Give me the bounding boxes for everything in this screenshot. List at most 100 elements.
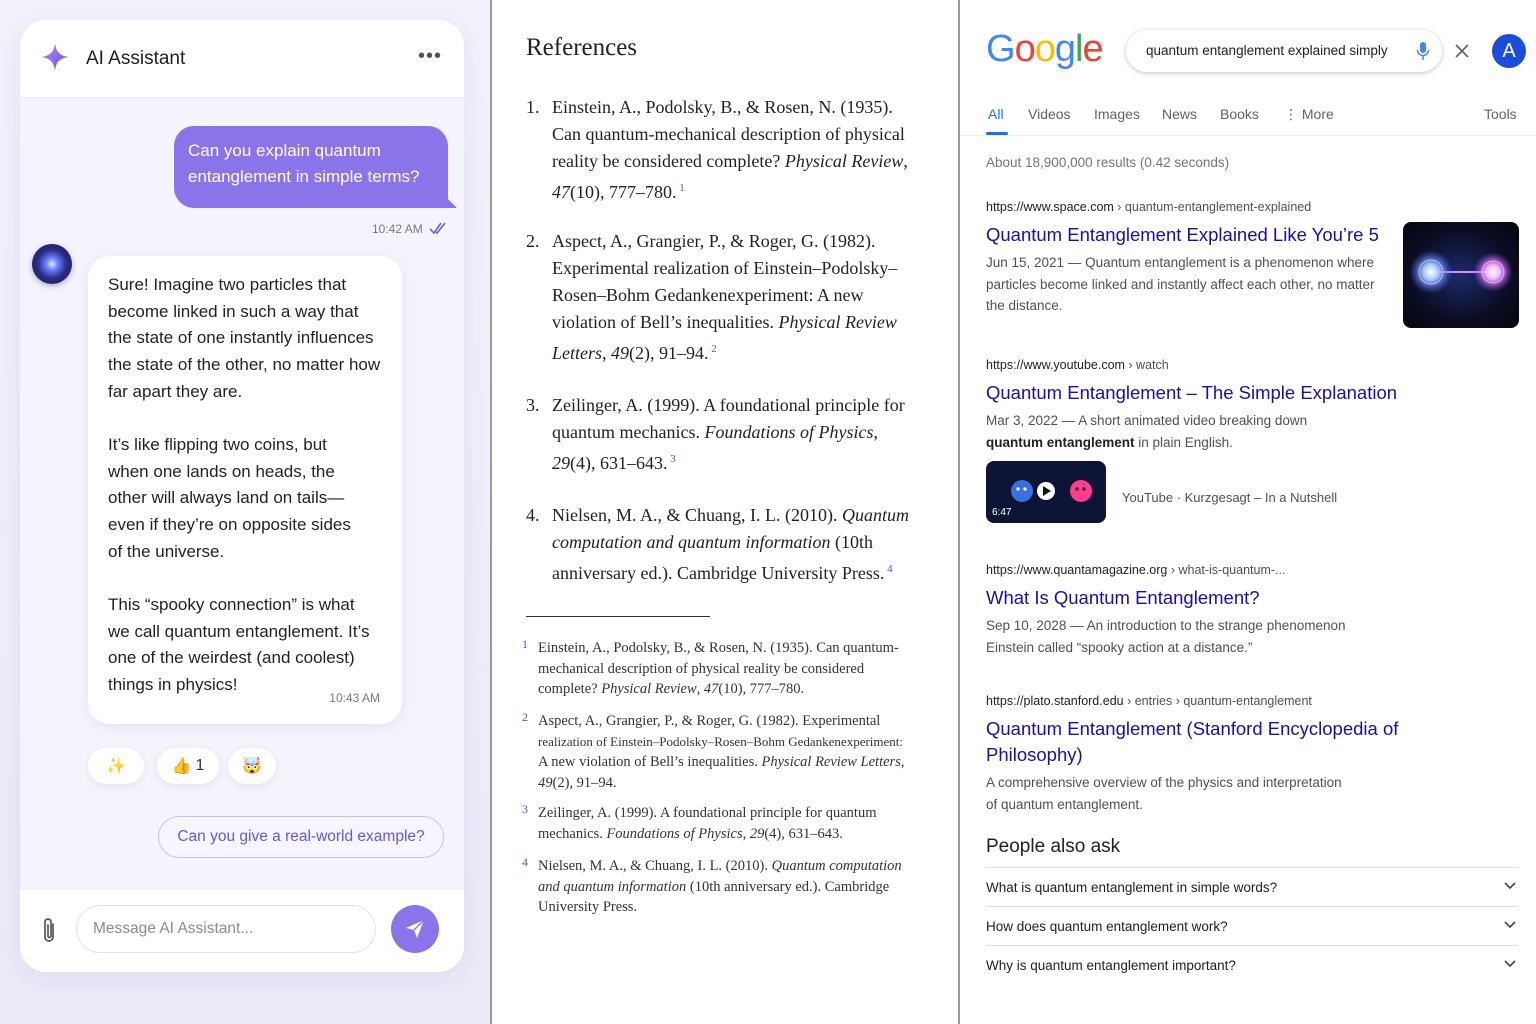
result-path: › quantum-entanglement-explained	[1113, 200, 1312, 214]
video-thumbnail[interactable]: 6:47	[986, 461, 1106, 523]
result-stats: About 18,900,000 results (0.42 seconds)	[986, 155, 1230, 170]
footnote: 2 Aspect, A., Grangier, P., & Roger, G. …	[522, 710, 928, 793]
footnote-marker[interactable]: 2	[709, 343, 717, 355]
footnote-text: Einstein, A., Podolsky, B., & Rosen, N. …	[538, 640, 899, 697]
tab-more[interactable]: ⋮ More	[1284, 106, 1334, 123]
footnote: 4 Nielsen, M. A., & Chuang, I. L. (2010)…	[522, 855, 928, 918]
read-receipt-icon	[429, 222, 446, 235]
google-search-page: Google quantum entanglement explained si…	[960, 0, 1536, 1024]
result-title-link[interactable]: What Is Quantum Entanglement?	[986, 585, 1518, 611]
video-source: YouTube · Kurzgesagt – In a Nutshell	[1122, 490, 1338, 505]
chat-window: AI Assistant ••• Can you explain quantum…	[20, 20, 464, 972]
send-icon	[406, 919, 425, 938]
logo-letter: G	[986, 28, 1016, 70]
result-snippet: A comprehensive overview of the physics …	[986, 775, 1342, 812]
reference-number: 4.	[526, 505, 540, 525]
result-snippet: Jun 15, 2021 — Quantum entanglement is a…	[986, 255, 1375, 313]
tab-books[interactable]: Books	[1220, 106, 1259, 122]
user-message-time: 10:42 AM	[372, 222, 423, 236]
footnote-number: 2	[522, 710, 528, 724]
result-url[interactable]: https://www.quantamagazine.org › what-is…	[986, 563, 1518, 577]
reaction-thumbs-up[interactable]: 👍 1	[157, 748, 219, 784]
paperclip-icon[interactable]	[38, 916, 60, 946]
chevron-down-icon	[1504, 882, 1516, 890]
people-also-ask-question[interactable]: What is quantum entanglement in simple w…	[986, 867, 1518, 906]
result-path: › entries › quantum-entanglement	[1123, 694, 1312, 708]
reaction-mind-blown[interactable]: 🤯	[228, 748, 276, 784]
footnote-text: Zeilinger, A. (1999). A foundational pri…	[538, 805, 877, 842]
reference-entry: 3. Zeilinger, A. (1999). A foundational …	[526, 392, 926, 477]
result-thumbnail[interactable]	[1403, 222, 1519, 328]
tab-videos[interactable]: Videos	[1028, 106, 1071, 122]
more-options-icon[interactable]: •••	[418, 46, 442, 66]
reference-entry: 1. Einstein, A., Podolsky, B., & Rosen, …	[526, 94, 926, 206]
send-button[interactable]	[391, 905, 439, 953]
people-also-ask-heading: People also ask	[986, 836, 1121, 857]
thumbs-up-emoji: 👍	[171, 758, 192, 775]
references-document: References 1. Einstein, A., Podolsky, B.…	[492, 0, 958, 1024]
result-snippet: Mar 3, 2022 — A short animated video bre…	[986, 413, 1308, 450]
reference-number: 3.	[526, 395, 540, 415]
result-path: › watch	[1124, 358, 1169, 372]
result-domain: https://www.quantamagazine.org	[986, 563, 1168, 577]
question-text: Why is quantum entanglement important?	[986, 958, 1236, 973]
result-title-link[interactable]: Quantum Entanglement Explained Like You’…	[986, 222, 1396, 248]
result-title-link[interactable]: Quantum Entanglement – The Simple Explan…	[986, 380, 1518, 406]
chat-title: AI Assistant	[86, 48, 186, 69]
reaction-sparkles[interactable]: ✨	[88, 748, 144, 784]
suggested-reply-chip[interactable]: Can you give a real-world example?	[158, 816, 444, 858]
search-query[interactable]: quantum entanglement explained simply	[1146, 43, 1388, 58]
active-tab-indicator	[986, 132, 1008, 135]
tab-news[interactable]: News	[1162, 106, 1197, 122]
result-url[interactable]: https://www.space.com › quantum-entangle…	[986, 200, 1396, 214]
search-box[interactable]: quantum entanglement explained simply	[1126, 30, 1469, 72]
result-url[interactable]: https://www.youtube.com › watch	[986, 358, 1518, 372]
footnote-number: 1	[522, 637, 528, 651]
account-avatar[interactable]: A	[1492, 34, 1526, 68]
result-snippet: Sep 10, 2028 — An introduction to the st…	[986, 618, 1346, 655]
tab-tools[interactable]: Tools	[1484, 106, 1517, 122]
sparkles-emoji: ✨	[106, 758, 126, 775]
people-also-ask-question[interactable]: How does quantum entanglement work?	[986, 906, 1518, 945]
logo-letter: o	[1034, 28, 1056, 70]
result-domain: https://www.space.com	[986, 200, 1114, 214]
footnote-number: 3	[522, 802, 528, 816]
user-message-bubble: Can you explain quantum entanglement in …	[174, 126, 457, 208]
assistant-paragraph: Sure! Imagine two particles that become …	[108, 275, 381, 401]
video-duration: 6:47	[992, 507, 1012, 518]
chevron-down-icon	[1504, 960, 1516, 968]
result-domain: https://www.youtube.com	[986, 358, 1125, 372]
footnote-text: Nielsen, M. A., & Chuang, I. L. (2010). …	[538, 858, 902, 915]
reference-number: 2.	[526, 231, 540, 251]
google-logo[interactable]: Google	[986, 28, 1104, 71]
result-domain: https://plato.stanford.edu	[986, 694, 1124, 708]
assistant-message-time: 10:43 AM	[329, 691, 380, 706]
people-also-ask-question[interactable]: Why is quantum entanglement important?	[986, 945, 1518, 984]
tab-images[interactable]: Images	[1094, 106, 1140, 122]
logo-letter: o	[1014, 28, 1036, 70]
question-text: How does quantum entanglement work?	[986, 919, 1228, 934]
message-input[interactable]	[76, 905, 376, 953]
reference-number: 1.	[526, 97, 540, 117]
mind-blown-emoji: 🤯	[242, 758, 262, 775]
chevron-down-icon	[1504, 921, 1516, 929]
footnote: 1 Einstein, A., Podolsky, B., & Rosen, N…	[522, 637, 928, 700]
search-result: https://www.space.com › quantum-entangle…	[986, 200, 1396, 317]
sparkle-icon	[41, 43, 69, 71]
close-icon[interactable]	[1454, 43, 1470, 59]
footnote-marker[interactable]: 1	[677, 182, 685, 194]
logo-letter: e	[1082, 28, 1103, 70]
tab-all[interactable]: All	[988, 106, 1004, 122]
microphone-icon[interactable]	[1416, 41, 1430, 61]
logo-letter: g	[1054, 28, 1076, 70]
footnote-marker[interactable]: 3	[668, 453, 676, 465]
footnote-text: Aspect, A., Grangier, P., & Roger, G. (1…	[538, 713, 905, 791]
footnote-marker[interactable]: 4	[884, 563, 893, 575]
entangled-particles-image	[1409, 250, 1513, 294]
result-title-link[interactable]: Quantum Entanglement (Stanford Encyclope…	[986, 716, 1518, 768]
reaction-count: 1	[195, 757, 205, 774]
assistant-paragraph: It’s like flipping two coins, but when o…	[108, 435, 351, 561]
chat-header: AI Assistant •••	[20, 20, 464, 98]
assistant-avatar	[32, 244, 72, 284]
result-url[interactable]: https://plato.stanford.edu › entries › q…	[986, 694, 1518, 708]
